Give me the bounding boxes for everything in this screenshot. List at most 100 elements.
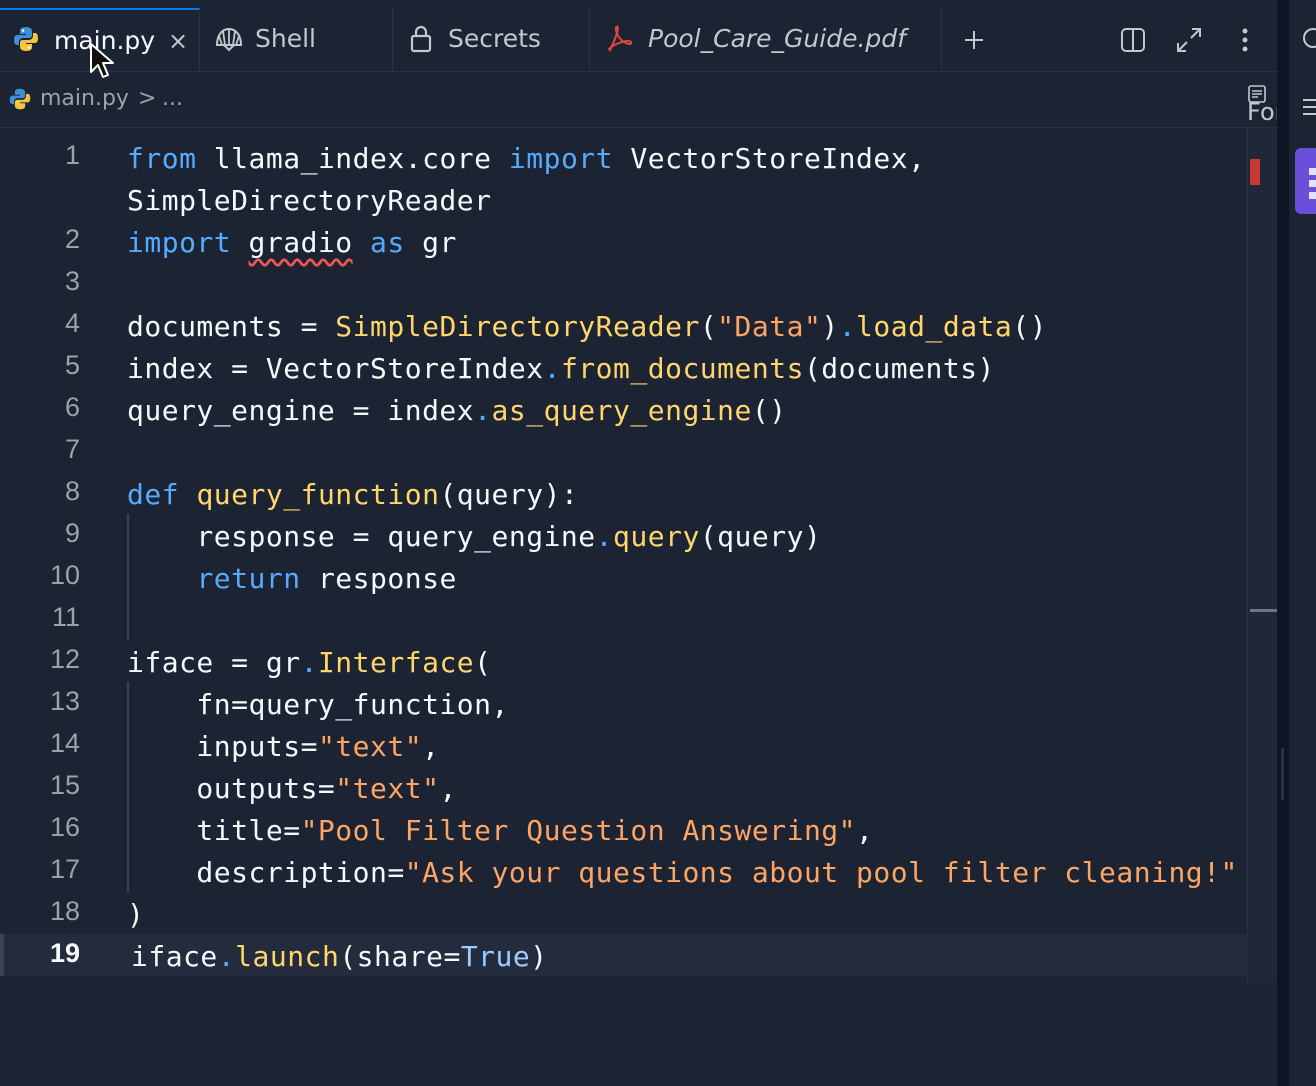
code-line[interactable]: 17 description="Ask your questions about… [0,850,1246,892]
resize-grip[interactable] [1281,748,1284,800]
code-token: iface = gr [127,646,301,679]
tab-label: Secrets [448,24,541,53]
code-text: import gradio as gr [127,226,457,259]
code-token: import [508,142,614,175]
line-number: 6 [64,392,80,422]
code-line[interactable]: 10 return response [0,556,1246,598]
pdf-icon [604,24,634,54]
code-text: fn=query_function, [127,688,509,721]
code-line[interactable]: 18) [0,892,1246,934]
code-line[interactable]: 8 def query_function(query): [0,472,1246,514]
pane-resize-handle[interactable] [1277,0,1289,1086]
line-number: 17 [49,854,80,884]
code-token: def [127,478,180,511]
code-token: , [856,814,874,847]
expand-icon [1177,28,1201,52]
line-number: 2 [64,224,80,254]
code-line[interactable]: 9 response = query_engine.query(query) [0,514,1246,556]
code-line[interactable]: 2 import gradio as gr [0,220,1246,262]
close-icon[interactable]: × [168,27,188,55]
tab-secrets[interactable]: Secrets [393,8,590,71]
breadcrumb-ellipsis[interactable]: ... [162,86,183,111]
indent-guide [127,514,129,640]
code-token: ( [699,310,718,343]
code-text: SimpleDirectoryReader [127,184,492,217]
lock-icon [409,24,433,54]
code-token: (query) [699,520,822,553]
code-token: as [370,226,405,259]
code-token: query_function [196,478,440,511]
code-line[interactable]: SimpleDirectoryReader [0,178,1246,220]
code-text: response = query_engine.query(query) [127,520,821,553]
code-text: iface = gr.Interface( [127,646,492,679]
line-number: 16 [49,812,80,842]
code-token: . [217,940,236,973]
code-token: gr [404,226,457,259]
line-number: 10 [49,560,80,590]
tab-pool-care-guide-pdf[interactable]: Pool_Care_Guide.pdf [590,8,942,71]
tab-shell[interactable]: Shell [200,8,393,71]
code-line[interactable]: 6 query_engine = index.as_query_engine() [0,388,1246,430]
code-text: inputs="text", [127,730,439,763]
code-line[interactable]: 11 [0,598,1246,640]
code-area[interactable]: 1 from llama_index.core import VectorStor… [0,128,1246,1086]
code-line[interactable]: 15 outputs="text", [0,766,1246,808]
code-token: from_documents [560,352,804,385]
error-marker [1250,159,1260,185]
more-options-button[interactable] [1229,24,1261,56]
maximize-button[interactable] [1173,24,1205,56]
code-token: True [460,940,531,973]
code-token: "text" [335,772,440,805]
scrollbar-thumb[interactable] [1250,609,1278,612]
code-line[interactable]: 14 inputs="text", [0,724,1246,766]
code-token: , [422,730,440,763]
code-token: fn=query_function, [127,688,509,721]
vertical-scrollbar[interactable] [1247,128,1278,983]
line-number: 9 [64,518,80,548]
code-line[interactable]: 13 fn=query_function, [0,682,1246,724]
code-token: iface [131,940,218,973]
format-button[interactable]: Format [1247,84,1316,126]
code-token: ) [127,898,145,931]
code-token: query_engine = index [127,394,475,427]
code-token: response = query_engine [127,520,596,553]
code-token: llama_index.core [196,142,509,175]
python-icon [8,87,32,117]
line-number: 15 [49,770,80,800]
shell-icon [214,25,244,53]
code-token: VectorStoreIndex, [613,142,926,175]
code-token: as_query_engine [491,394,752,427]
line-number: 4 [64,308,80,338]
code-token: "Pool Filter Question Answering" [300,814,857,847]
code-line[interactable]: 12 iface = gr.Interface( [0,640,1246,682]
code-line[interactable]: 19 iface.launch(share=True) [0,934,1246,976]
add-tab-button[interactable] [958,24,990,56]
split-pane-icon [1121,28,1145,52]
code-text: query_engine = index.as_query_engine() [127,394,787,427]
code-token: . [595,520,614,553]
breadcrumb-file[interactable]: main.py [40,86,129,111]
code-line[interactable]: 4 documents = SimpleDirectoryReader("Data… [0,304,1246,346]
line-number: 13 [49,686,80,716]
line-number: 3 [64,266,80,296]
code-text: return response [127,562,457,595]
line-number: 11 [51,602,80,632]
code-token: load_data [856,310,1013,343]
line-number: 8 [64,476,80,506]
code-token: from [127,142,197,175]
code-line[interactable]: 1 from llama_index.core import VectorStor… [0,136,1246,178]
code-token: () [751,394,787,427]
line-number: 18 [49,896,80,926]
code-text: documents = SimpleDirectoryReader("Data"… [127,310,1047,343]
code-token: import [127,226,232,259]
code-token: SimpleDirectoryReader [127,184,492,217]
code-line[interactable]: 16 title="Pool Filter Question Answering… [0,808,1246,850]
code-line[interactable]: 7 [0,430,1246,472]
code-token: documents = [127,310,336,343]
code-line[interactable]: 3 [0,262,1246,304]
split-view-button[interactable] [1117,24,1149,56]
code-token: . [543,352,561,385]
code-line[interactable]: 5 index = VectorStoreIndex.from_documents… [0,346,1246,388]
